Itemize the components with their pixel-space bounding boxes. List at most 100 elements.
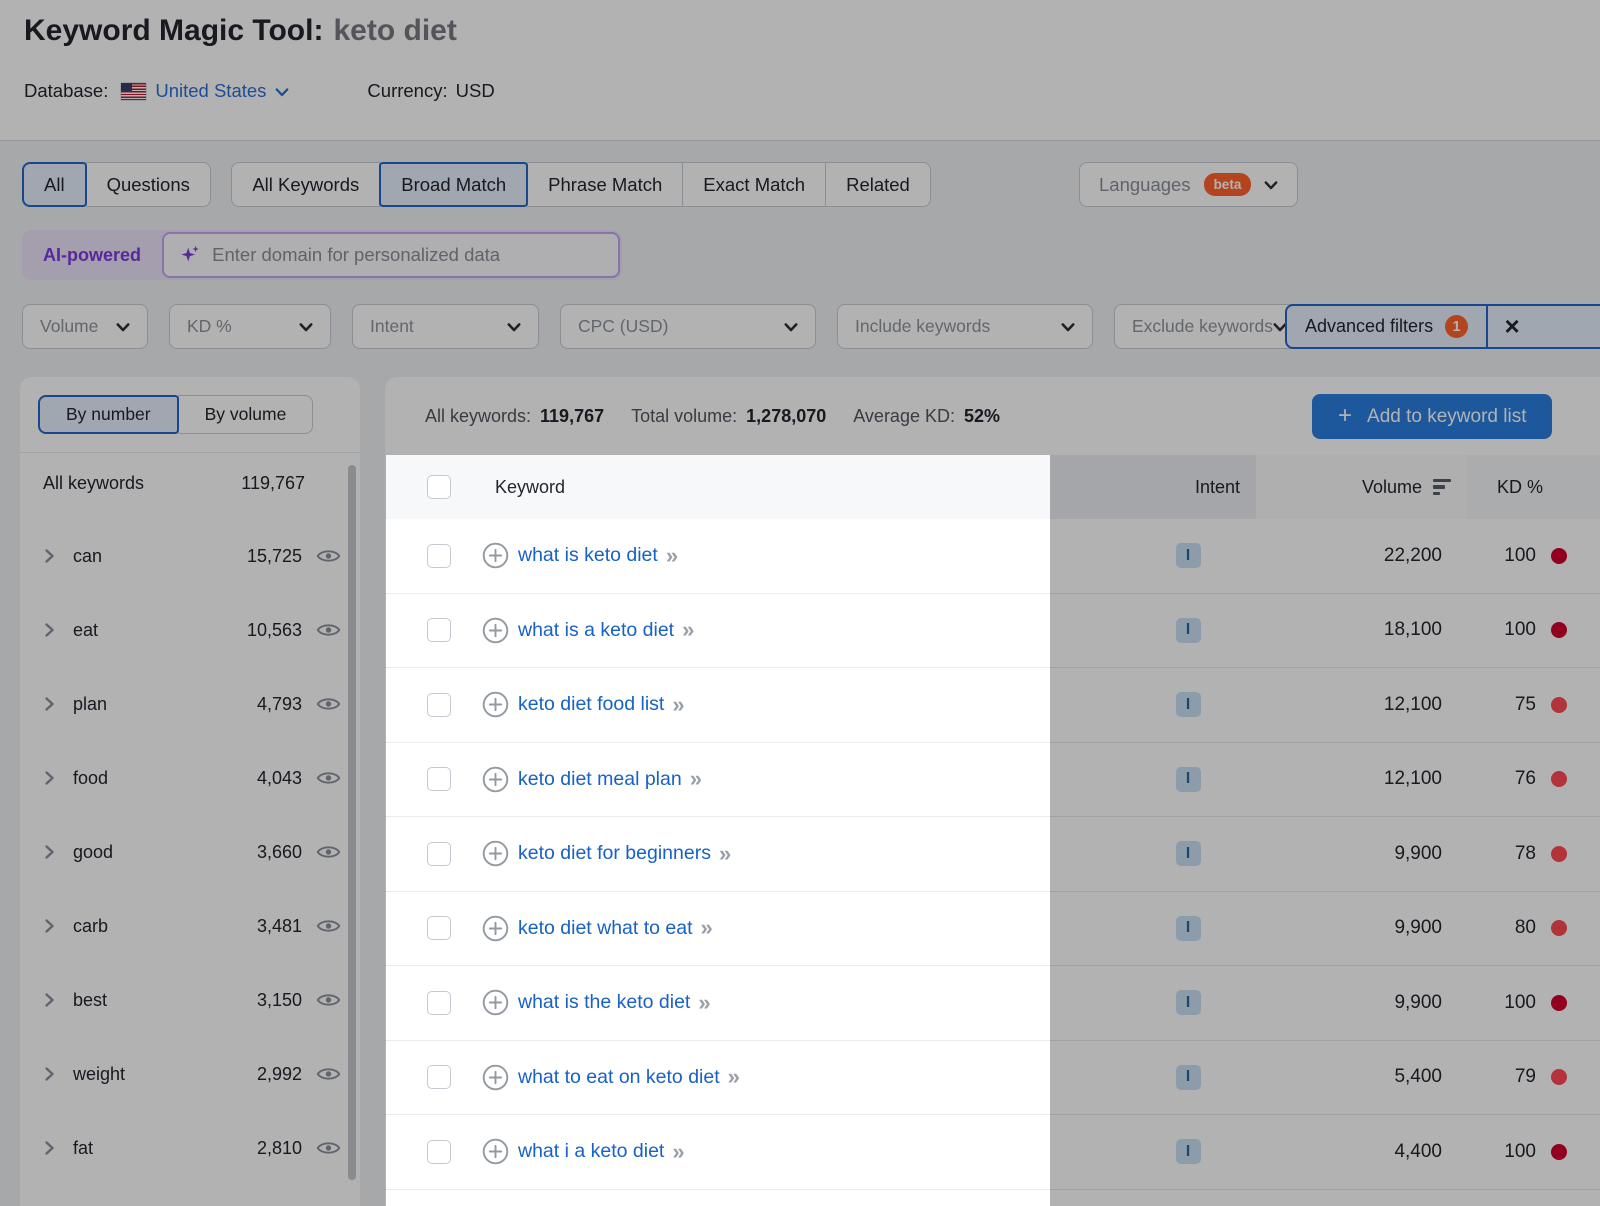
keyword-group-item[interactable]: food 4,043 [20, 741, 360, 815]
chevron-right-icon[interactable] [44, 622, 55, 638]
keyword-group-item[interactable]: eat 10,563 [20, 593, 360, 667]
add-keyword-icon[interactable] [482, 1064, 509, 1091]
keyword-link[interactable]: what is a keto diet [518, 619, 674, 642]
add-keyword-icon[interactable] [482, 691, 509, 718]
keyword-group-item[interactable]: fat 2,810 [20, 1111, 360, 1185]
keyword-group-item[interactable]: carb 3,481 [20, 889, 360, 963]
keyword-link[interactable]: what is keto diet [518, 544, 658, 567]
tab-all[interactable]: All [22, 162, 87, 207]
row-checkbox[interactable] [427, 916, 451, 940]
intent-informational-badge: I [1176, 767, 1201, 792]
by-number-toggle[interactable]: By number [38, 395, 179, 434]
tab-broad-match[interactable]: Broad Match [379, 162, 528, 207]
add-keyword-icon[interactable] [482, 1138, 509, 1165]
all-keywords-label: All keywords [43, 473, 144, 494]
open-keyword-icon[interactable]: » [698, 990, 710, 1016]
filter-dropdown[interactable]: KD % [169, 304, 331, 349]
chevron-down-icon [507, 323, 521, 332]
keyword-link[interactable]: what is the keto diet [518, 991, 690, 1014]
tab-all-keywords[interactable]: All Keywords [231, 162, 380, 207]
keyword-link[interactable]: what i a keto diet [518, 1140, 664, 1163]
keyword-group-item[interactable]: can 15,725 [20, 519, 360, 593]
keyword-group-item[interactable]: good 3,660 [20, 815, 360, 889]
filter-dropdown[interactable]: Exclude keywords [1114, 304, 1305, 349]
eye-icon[interactable] [316, 547, 341, 565]
kd-value: 76 [1515, 768, 1536, 790]
add-keyword-icon[interactable] [482, 915, 509, 942]
row-checkbox[interactable] [427, 618, 451, 642]
row-checkbox[interactable] [427, 693, 451, 717]
chevron-right-icon[interactable] [44, 1066, 55, 1082]
keyword-link[interactable]: keto diet what to eat [518, 917, 693, 940]
row-checkbox[interactable] [427, 842, 451, 866]
group-label: plan [73, 694, 107, 715]
table-row: keto diet what to eat » I 9,900 80 [385, 892, 1600, 967]
chevron-right-icon[interactable] [44, 1140, 55, 1156]
keyword-link[interactable]: keto diet meal plan [518, 768, 682, 791]
open-keyword-icon[interactable]: » [719, 841, 731, 867]
chevron-right-icon[interactable] [44, 844, 55, 860]
open-keyword-icon[interactable]: » [672, 692, 684, 718]
open-keyword-icon[interactable]: » [728, 1064, 740, 1090]
clear-filters-button[interactable]: × [1488, 306, 1536, 347]
intent-column-header[interactable]: Intent [1050, 455, 1256, 519]
eye-icon[interactable] [316, 695, 341, 713]
chevron-right-icon[interactable] [44, 992, 55, 1008]
eye-icon[interactable] [316, 1139, 341, 1157]
open-keyword-icon[interactable]: » [672, 1139, 684, 1165]
group-count: 15,725 [247, 546, 302, 567]
row-checkbox[interactable] [427, 1065, 451, 1089]
intent-informational-badge: I [1176, 841, 1201, 866]
languages-dropdown[interactable]: Languages beta [1079, 162, 1298, 207]
keyword-link[interactable]: keto diet food list [518, 693, 664, 716]
eye-icon[interactable] [316, 991, 341, 1009]
kd-column-header[interactable]: KD % [1467, 455, 1600, 519]
open-keyword-icon[interactable]: » [666, 543, 678, 569]
eye-icon[interactable] [316, 1065, 341, 1083]
intent-informational-badge: I [1176, 916, 1201, 941]
row-checkbox[interactable] [427, 1140, 451, 1164]
add-keyword-icon[interactable] [482, 617, 509, 644]
tab-exact-match[interactable]: Exact Match [682, 162, 826, 207]
eye-icon[interactable] [316, 769, 341, 787]
volume-column-header[interactable]: Volume [1256, 455, 1467, 519]
add-keyword-icon[interactable] [482, 840, 509, 867]
open-keyword-icon[interactable]: » [682, 617, 694, 643]
filter-dropdown[interactable]: Intent [352, 304, 539, 349]
tab-questions[interactable]: Questions [86, 162, 211, 207]
keyword-group-item[interactable]: weight 2,992 [20, 1037, 360, 1111]
keyword-group-item[interactable]: plan 4,793 [20, 667, 360, 741]
advanced-filters-button[interactable]: Advanced filters 1 [1287, 315, 1486, 338]
keyword-link[interactable]: what to eat on keto diet [518, 1066, 720, 1089]
open-keyword-icon[interactable]: » [701, 915, 713, 941]
tab-related[interactable]: Related [825, 162, 931, 207]
chevron-right-icon[interactable] [44, 696, 55, 712]
row-checkbox[interactable] [427, 991, 451, 1015]
filter-dropdown[interactable]: CPC (USD) [560, 304, 816, 349]
add-keyword-icon[interactable] [482, 989, 509, 1016]
database-selector[interactable]: United States [155, 80, 289, 102]
open-keyword-icon[interactable]: » [690, 766, 702, 792]
filter-dropdown[interactable]: Volume [22, 304, 148, 349]
add-keyword-icon[interactable] [482, 542, 509, 569]
domain-input[interactable] [212, 244, 603, 266]
page-header: Keyword Magic Tool:keto diet Database: U… [0, 0, 1600, 141]
eye-icon[interactable] [316, 917, 341, 935]
select-all-checkbox[interactable] [427, 475, 451, 499]
chevron-right-icon[interactable] [44, 770, 55, 786]
tab-phrase-match[interactable]: Phrase Match [527, 162, 683, 207]
eye-icon[interactable] [316, 843, 341, 861]
chevron-right-icon[interactable] [44, 548, 55, 564]
row-checkbox[interactable] [427, 767, 451, 791]
add-keyword-icon[interactable] [482, 766, 509, 793]
keyword-group-item[interactable]: best 3,150 [20, 963, 360, 1037]
keyword-link[interactable]: keto diet for beginners [518, 842, 711, 865]
row-checkbox[interactable] [427, 544, 451, 568]
add-to-keyword-list-button[interactable]: + Add to keyword list [1312, 394, 1552, 439]
chevron-right-icon[interactable] [44, 918, 55, 934]
sidebar-scrollbar[interactable] [348, 465, 356, 1180]
eye-icon[interactable] [316, 621, 341, 639]
all-keywords-group[interactable]: All keywords 119,767 [20, 453, 360, 513]
by-volume-toggle[interactable]: By volume [178, 395, 314, 434]
filter-dropdown[interactable]: Include keywords [837, 304, 1093, 349]
